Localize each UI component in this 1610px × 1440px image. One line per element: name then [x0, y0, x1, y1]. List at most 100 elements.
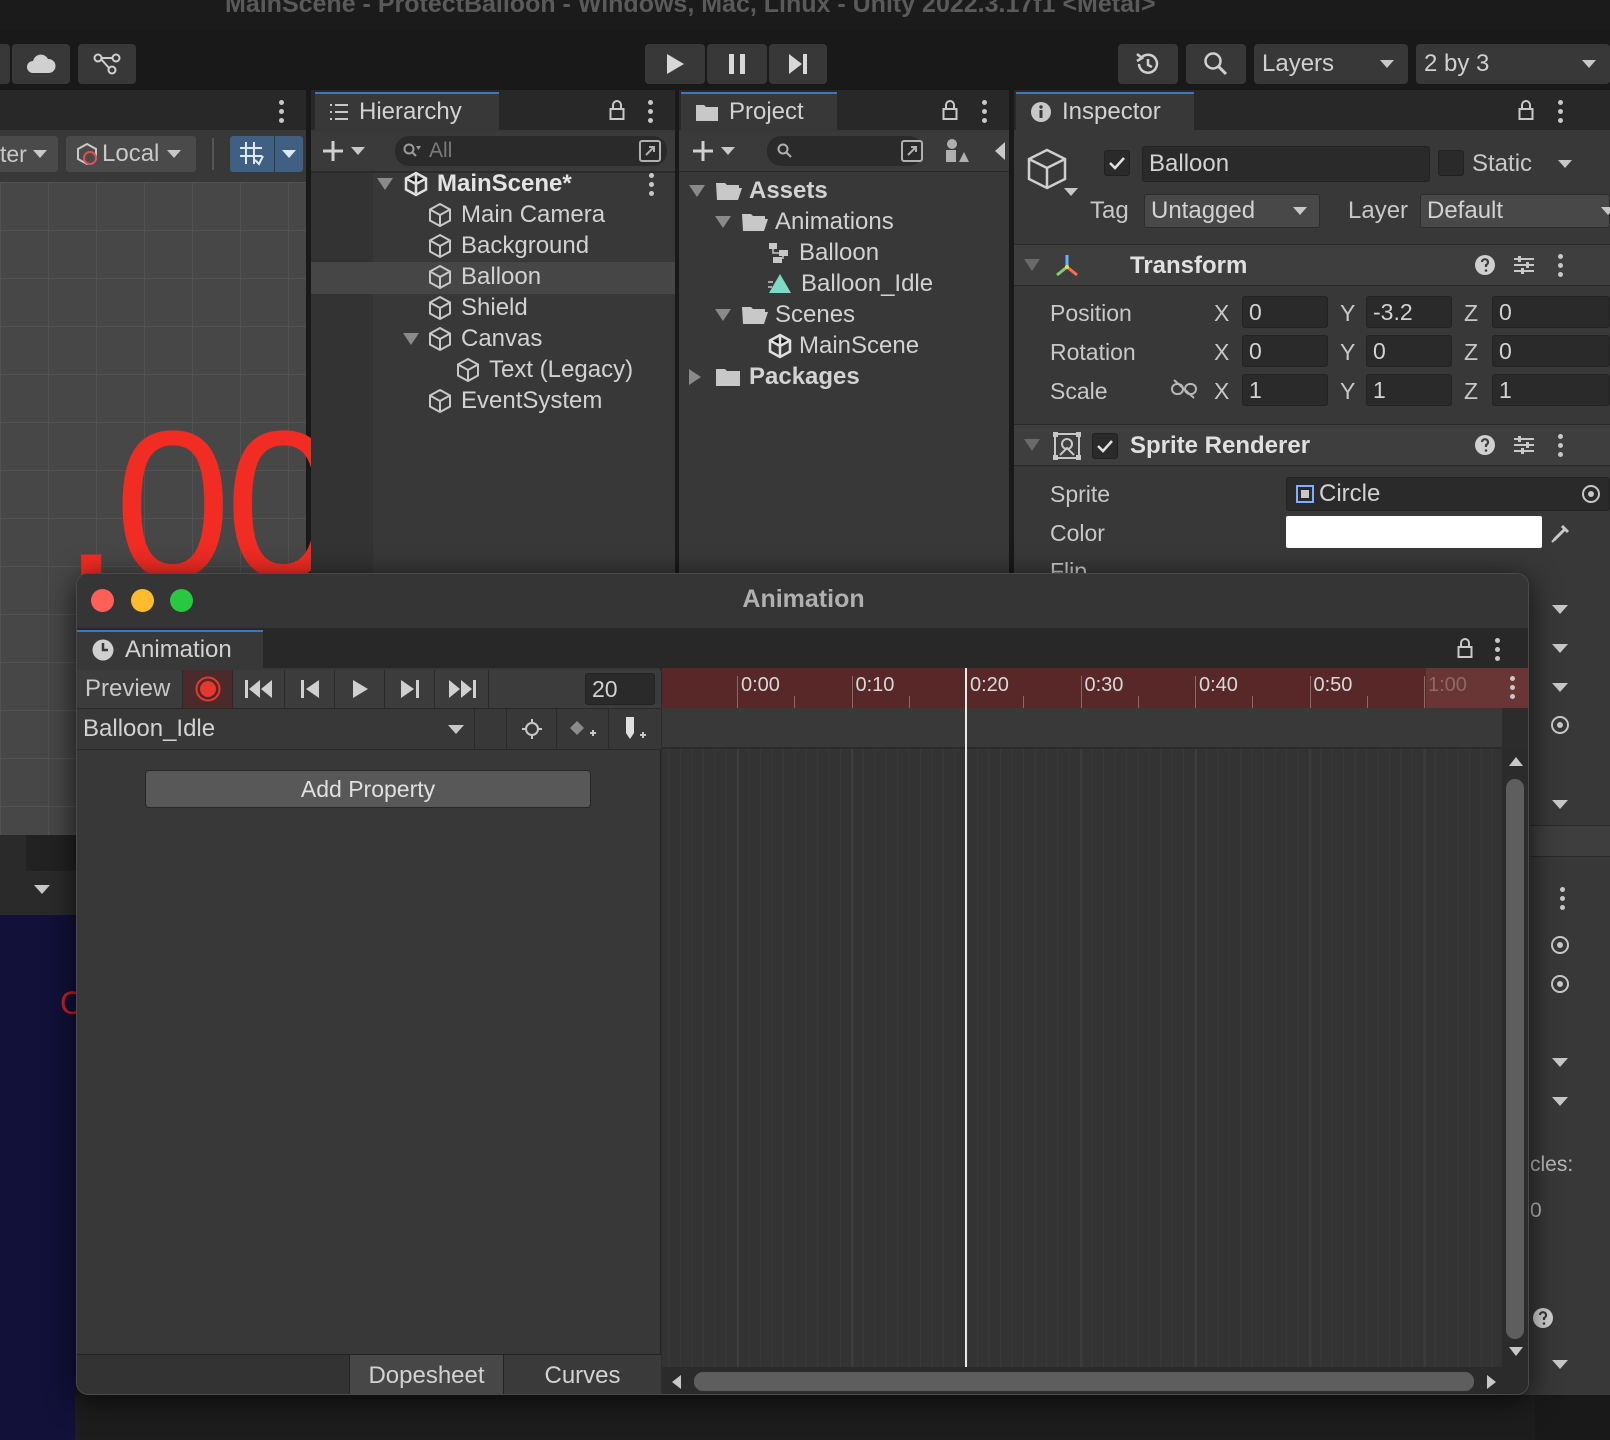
help-icon[interactable]: [1532, 1307, 1554, 1329]
project-asset-animator-controller[interactable]: Balloon: [767, 238, 879, 268]
hierarchy-item[interactable]: EventSystem: [427, 386, 602, 416]
chevron-left-icon[interactable]: [672, 1375, 681, 1389]
eyedropper-icon[interactable]: [1550, 520, 1572, 544]
object-picker-icon[interactable]: [1550, 935, 1570, 955]
tag-dropdown[interactable]: Untagged: [1144, 194, 1320, 228]
hierarchy-item[interactable]: Canvas: [403, 324, 542, 354]
scale-x-field[interactable]: 1: [1242, 374, 1328, 406]
lock-icon[interactable]: [609, 100, 625, 120]
layout-dropdown[interactable]: 2 by 3: [1416, 44, 1610, 84]
chevron-down-icon[interactable]: [1064, 188, 1078, 196]
scale-y-field[interactable]: 1: [1366, 374, 1452, 406]
chevron-down-icon[interactable]: [1558, 160, 1572, 168]
play-button[interactable]: [645, 44, 705, 84]
event-lane[interactable]: [662, 708, 1502, 748]
more-options-icon[interactable]: [1558, 434, 1564, 458]
first-keyframe-button[interactable]: [233, 670, 285, 708]
playhead-line[interactable]: [965, 668, 967, 1368]
chevron-down-icon[interactable]: [1552, 683, 1568, 692]
position-z-field[interactable]: 0: [1492, 296, 1610, 328]
chevron-down-icon[interactable]: [1509, 1347, 1523, 1356]
pivot-dropdown[interactable]: ter: [0, 136, 58, 172]
cloud-button[interactable]: [12, 44, 70, 84]
horizontal-scrollbar[interactable]: [662, 1367, 1528, 1394]
position-y-field[interactable]: -3.2: [1366, 296, 1452, 328]
add-event-button[interactable]: [609, 709, 661, 749]
help-icon[interactable]: [1474, 254, 1496, 276]
layer-dropdown[interactable]: Default: [1420, 194, 1610, 228]
scrollbar-thumb[interactable]: [1506, 779, 1524, 1339]
more-options-icon[interactable]: [982, 100, 988, 124]
create-asset-dropdown[interactable]: [691, 136, 741, 166]
more-options-icon[interactable]: [1510, 676, 1516, 700]
record-button[interactable]: [183, 670, 233, 708]
chevron-down-icon[interactable]: [1552, 644, 1568, 653]
filter-by-type-button[interactable]: [941, 136, 973, 166]
fold-arrow-icon[interactable]: [1024, 439, 1040, 451]
filter-by-selection-button[interactable]: [507, 709, 557, 749]
help-icon[interactable]: [1474, 434, 1496, 456]
hierarchy-search-input[interactable]: All: [395, 136, 667, 166]
chevron-down-icon[interactable]: [34, 885, 50, 894]
more-options-icon[interactable]: [1495, 638, 1501, 662]
hierarchy-item[interactable]: Background: [427, 231, 589, 261]
lock-icon[interactable]: [942, 100, 958, 120]
project-folder-animations[interactable]: Animations: [715, 207, 894, 237]
hierarchy-item[interactable]: Text (Legacy): [455, 355, 633, 385]
static-checkbox[interactable]: [1438, 150, 1464, 176]
chevron-down-icon[interactable]: [1552, 1058, 1568, 1067]
object-picker-icon[interactable]: [1550, 715, 1570, 735]
tab-inspector[interactable]: Inspector: [1016, 92, 1194, 132]
gameobject-cube-icon[interactable]: [1024, 146, 1070, 192]
chevron-down-icon[interactable]: [1552, 1097, 1568, 1106]
more-options-icon[interactable]: [1560, 887, 1566, 911]
object-name-field[interactable]: Balloon: [1142, 146, 1430, 182]
sprite-renderer-enabled-checkbox[interactable]: [1092, 433, 1118, 459]
color-swatch[interactable]: [1286, 516, 1542, 548]
rotation-y-field[interactable]: 0: [1366, 335, 1452, 367]
position-x-field[interactable]: 0: [1242, 296, 1328, 328]
previous-keyframe-button[interactable]: [285, 670, 335, 708]
last-keyframe-button[interactable]: [435, 670, 489, 708]
hierarchy-item[interactable]: Main Camera: [427, 200, 605, 230]
scale-z-field[interactable]: 1: [1492, 374, 1610, 406]
sprite-object-field[interactable]: Circle: [1286, 477, 1610, 511]
transform-header[interactable]: Transform: [1014, 244, 1610, 286]
grid-snap-button[interactable]: [230, 136, 274, 172]
clip-dropdown[interactable]: Balloon_Idle: [77, 709, 475, 749]
lock-icon[interactable]: [1518, 100, 1534, 120]
project-folder-assets[interactable]: Assets: [689, 176, 828, 206]
hierarchy-item[interactable]: Shield: [427, 293, 528, 323]
create-dropdown[interactable]: [321, 136, 371, 166]
presets-icon[interactable]: [1512, 253, 1536, 277]
sprite-renderer-header[interactable]: Sprite Renderer: [1014, 424, 1610, 466]
presets-icon[interactable]: [1512, 433, 1536, 457]
hierarchy-scene-row[interactable]: MainScene*: [377, 169, 669, 199]
rotation-z-field[interactable]: 0: [1492, 335, 1610, 367]
more-options-icon[interactable]: [1558, 100, 1564, 124]
project-asset-animation-clip[interactable]: Balloon_Idle: [767, 269, 933, 299]
more-options-icon[interactable]: [1558, 254, 1564, 278]
account-button[interactable]: [0, 44, 10, 84]
curves-tab[interactable]: Curves: [503, 1355, 661, 1394]
add-keyframe-button[interactable]: [557, 709, 609, 749]
game-tab[interactable]: [26, 835, 76, 871]
chevron-up-icon[interactable]: [1509, 757, 1523, 766]
add-property-button[interactable]: Add Property: [145, 770, 591, 808]
chevron-right-icon[interactable]: [1487, 1375, 1496, 1389]
scene-visibility-button[interactable]: [635, 136, 665, 166]
rotation-x-field[interactable]: 0: [1242, 335, 1328, 367]
hierarchy-item-selected[interactable]: Balloon: [427, 262, 541, 292]
object-picker-icon[interactable]: [1550, 974, 1570, 994]
chevron-down-icon[interactable]: [1552, 1360, 1568, 1369]
search-button[interactable]: [1186, 44, 1246, 84]
pause-button[interactable]: [707, 44, 767, 84]
next-keyframe-button[interactable]: [385, 670, 435, 708]
active-checkbox[interactable]: [1104, 150, 1130, 176]
fold-arrow-icon[interactable]: [1024, 259, 1040, 271]
layers-dropdown[interactable]: Layers: [1254, 44, 1408, 84]
chevron-left-icon[interactable]: [995, 142, 1005, 160]
preview-toggle[interactable]: Preview: [77, 670, 183, 708]
object-picker-icon[interactable]: [1581, 484, 1601, 504]
grid-snap-dropdown[interactable]: [275, 136, 303, 172]
